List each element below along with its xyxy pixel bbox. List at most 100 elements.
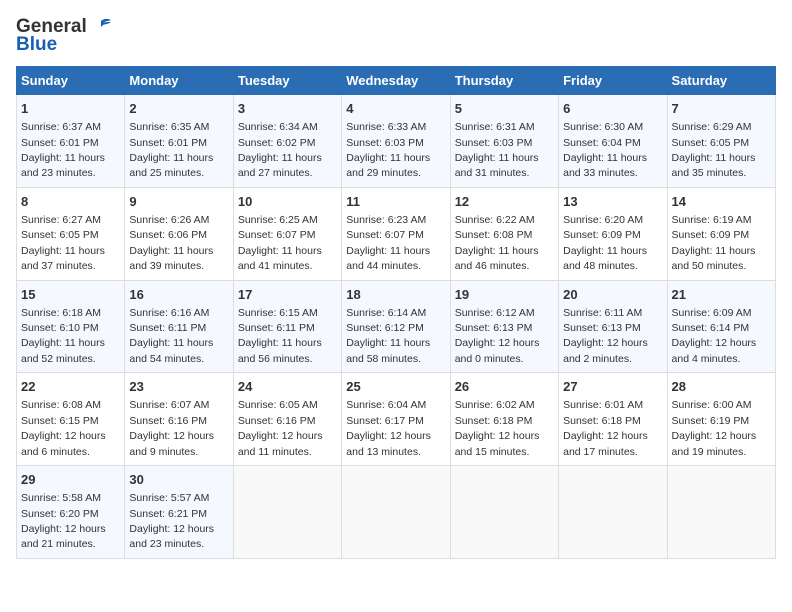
day-info: Sunrise: 5:57 AMSunset: 6:21 PMDaylight:… — [129, 492, 214, 550]
day-info: Sunrise: 6:15 AMSunset: 6:11 PMDaylight:… — [238, 307, 322, 365]
day-number: 17 — [238, 286, 337, 304]
calendar-week-row: 15 Sunrise: 6:18 AMSunset: 6:10 PMDaylig… — [17, 280, 776, 373]
day-info: Sunrise: 6:25 AMSunset: 6:07 PMDaylight:… — [238, 214, 322, 272]
day-number: 28 — [672, 378, 771, 396]
day-number: 2 — [129, 100, 228, 118]
calendar-cell: 19 Sunrise: 6:12 AMSunset: 6:13 PMDaylig… — [450, 280, 558, 373]
day-info: Sunrise: 6:27 AMSunset: 6:05 PMDaylight:… — [21, 214, 105, 272]
day-of-week-header: Tuesday — [233, 67, 341, 95]
calendar-week-row: 29 Sunrise: 5:58 AMSunset: 6:20 PMDaylig… — [17, 466, 776, 559]
day-info: Sunrise: 6:22 AMSunset: 6:08 PMDaylight:… — [455, 214, 539, 272]
day-number: 29 — [21, 471, 120, 489]
calendar-cell: 16 Sunrise: 6:16 AMSunset: 6:11 PMDaylig… — [125, 280, 233, 373]
calendar-header-row: SundayMondayTuesdayWednesdayThursdayFrid… — [17, 67, 776, 95]
day-info: Sunrise: 6:12 AMSunset: 6:13 PMDaylight:… — [455, 307, 540, 365]
day-number: 1 — [21, 100, 120, 118]
day-number: 3 — [238, 100, 337, 118]
day-number: 4 — [346, 100, 445, 118]
day-of-week-header: Saturday — [667, 67, 775, 95]
calendar-cell: 24 Sunrise: 6:05 AMSunset: 6:16 PMDaylig… — [233, 373, 341, 466]
calendar-cell: 4 Sunrise: 6:33 AMSunset: 6:03 PMDayligh… — [342, 95, 450, 188]
page-header: General Blue — [16, 16, 776, 56]
day-number: 18 — [346, 286, 445, 304]
day-number: 27 — [563, 378, 662, 396]
day-info: Sunrise: 6:01 AMSunset: 6:18 PMDaylight:… — [563, 399, 648, 457]
day-info: Sunrise: 6:20 AMSunset: 6:09 PMDaylight:… — [563, 214, 647, 272]
calendar-week-row: 22 Sunrise: 6:08 AMSunset: 6:15 PMDaylig… — [17, 373, 776, 466]
day-of-week-header: Wednesday — [342, 67, 450, 95]
day-number: 21 — [672, 286, 771, 304]
day-number: 5 — [455, 100, 554, 118]
calendar-cell: 1 Sunrise: 6:37 AMSunset: 6:01 PMDayligh… — [17, 95, 125, 188]
calendar-cell: 10 Sunrise: 6:25 AMSunset: 6:07 PMDaylig… — [233, 187, 341, 280]
calendar-cell: 14 Sunrise: 6:19 AMSunset: 6:09 PMDaylig… — [667, 187, 775, 280]
logo: General Blue — [16, 16, 113, 56]
calendar-cell — [667, 466, 775, 559]
calendar-cell: 15 Sunrise: 6:18 AMSunset: 6:10 PMDaylig… — [17, 280, 125, 373]
day-number: 22 — [21, 378, 120, 396]
day-number: 9 — [129, 193, 228, 211]
calendar-table: SundayMondayTuesdayWednesdayThursdayFrid… — [16, 66, 776, 559]
calendar-cell — [559, 466, 667, 559]
calendar-cell: 5 Sunrise: 6:31 AMSunset: 6:03 PMDayligh… — [450, 95, 558, 188]
calendar-cell: 30 Sunrise: 5:57 AMSunset: 6:21 PMDaylig… — [125, 466, 233, 559]
day-info: Sunrise: 6:29 AMSunset: 6:05 PMDaylight:… — [672, 121, 756, 179]
logo-blue-text: Blue — [16, 34, 57, 56]
day-number: 19 — [455, 286, 554, 304]
day-number: 20 — [563, 286, 662, 304]
day-info: Sunrise: 6:31 AMSunset: 6:03 PMDaylight:… — [455, 121, 539, 179]
day-info: Sunrise: 6:18 AMSunset: 6:10 PMDaylight:… — [21, 307, 105, 365]
calendar-cell: 26 Sunrise: 6:02 AMSunset: 6:18 PMDaylig… — [450, 373, 558, 466]
day-info: Sunrise: 6:11 AMSunset: 6:13 PMDaylight:… — [563, 307, 648, 365]
calendar-cell: 21 Sunrise: 6:09 AMSunset: 6:14 PMDaylig… — [667, 280, 775, 373]
day-number: 13 — [563, 193, 662, 211]
day-info: Sunrise: 6:37 AMSunset: 6:01 PMDaylight:… — [21, 121, 105, 179]
calendar-cell: 13 Sunrise: 6:20 AMSunset: 6:09 PMDaylig… — [559, 187, 667, 280]
day-info: Sunrise: 6:05 AMSunset: 6:16 PMDaylight:… — [238, 399, 323, 457]
day-number: 14 — [672, 193, 771, 211]
day-of-week-header: Friday — [559, 67, 667, 95]
calendar-cell: 25 Sunrise: 6:04 AMSunset: 6:17 PMDaylig… — [342, 373, 450, 466]
calendar-cell — [233, 466, 341, 559]
calendar-cell: 6 Sunrise: 6:30 AMSunset: 6:04 PMDayligh… — [559, 95, 667, 188]
day-info: Sunrise: 6:14 AMSunset: 6:12 PMDaylight:… — [346, 307, 430, 365]
day-info: Sunrise: 6:07 AMSunset: 6:16 PMDaylight:… — [129, 399, 214, 457]
day-info: Sunrise: 6:00 AMSunset: 6:19 PMDaylight:… — [672, 399, 757, 457]
day-info: Sunrise: 6:04 AMSunset: 6:17 PMDaylight:… — [346, 399, 431, 457]
day-info: Sunrise: 6:30 AMSunset: 6:04 PMDaylight:… — [563, 121, 647, 179]
day-info: Sunrise: 6:33 AMSunset: 6:03 PMDaylight:… — [346, 121, 430, 179]
day-number: 25 — [346, 378, 445, 396]
calendar-cell: 17 Sunrise: 6:15 AMSunset: 6:11 PMDaylig… — [233, 280, 341, 373]
calendar-cell: 11 Sunrise: 6:23 AMSunset: 6:07 PMDaylig… — [342, 187, 450, 280]
calendar-cell — [342, 466, 450, 559]
calendar-cell: 18 Sunrise: 6:14 AMSunset: 6:12 PMDaylig… — [342, 280, 450, 373]
day-info: Sunrise: 6:34 AMSunset: 6:02 PMDaylight:… — [238, 121, 322, 179]
calendar-cell: 28 Sunrise: 6:00 AMSunset: 6:19 PMDaylig… — [667, 373, 775, 466]
calendar-cell — [450, 466, 558, 559]
day-number: 24 — [238, 378, 337, 396]
calendar-cell: 12 Sunrise: 6:22 AMSunset: 6:08 PMDaylig… — [450, 187, 558, 280]
logo-bird-icon — [89, 17, 113, 37]
calendar-cell: 3 Sunrise: 6:34 AMSunset: 6:02 PMDayligh… — [233, 95, 341, 188]
day-of-week-header: Sunday — [17, 67, 125, 95]
calendar-cell: 27 Sunrise: 6:01 AMSunset: 6:18 PMDaylig… — [559, 373, 667, 466]
day-number: 8 — [21, 193, 120, 211]
day-info: Sunrise: 6:08 AMSunset: 6:15 PMDaylight:… — [21, 399, 106, 457]
calendar-cell: 8 Sunrise: 6:27 AMSunset: 6:05 PMDayligh… — [17, 187, 125, 280]
day-info: Sunrise: 6:09 AMSunset: 6:14 PMDaylight:… — [672, 307, 757, 365]
day-number: 10 — [238, 193, 337, 211]
day-number: 7 — [672, 100, 771, 118]
calendar-week-row: 8 Sunrise: 6:27 AMSunset: 6:05 PMDayligh… — [17, 187, 776, 280]
day-number: 16 — [129, 286, 228, 304]
day-info: Sunrise: 6:16 AMSunset: 6:11 PMDaylight:… — [129, 307, 213, 365]
calendar-cell: 22 Sunrise: 6:08 AMSunset: 6:15 PMDaylig… — [17, 373, 125, 466]
day-number: 26 — [455, 378, 554, 396]
day-info: Sunrise: 6:26 AMSunset: 6:06 PMDaylight:… — [129, 214, 213, 272]
calendar-week-row: 1 Sunrise: 6:37 AMSunset: 6:01 PMDayligh… — [17, 95, 776, 188]
calendar-cell: 7 Sunrise: 6:29 AMSunset: 6:05 PMDayligh… — [667, 95, 775, 188]
day-number: 12 — [455, 193, 554, 211]
day-of-week-header: Monday — [125, 67, 233, 95]
calendar-cell: 20 Sunrise: 6:11 AMSunset: 6:13 PMDaylig… — [559, 280, 667, 373]
day-number: 6 — [563, 100, 662, 118]
day-number: 15 — [21, 286, 120, 304]
